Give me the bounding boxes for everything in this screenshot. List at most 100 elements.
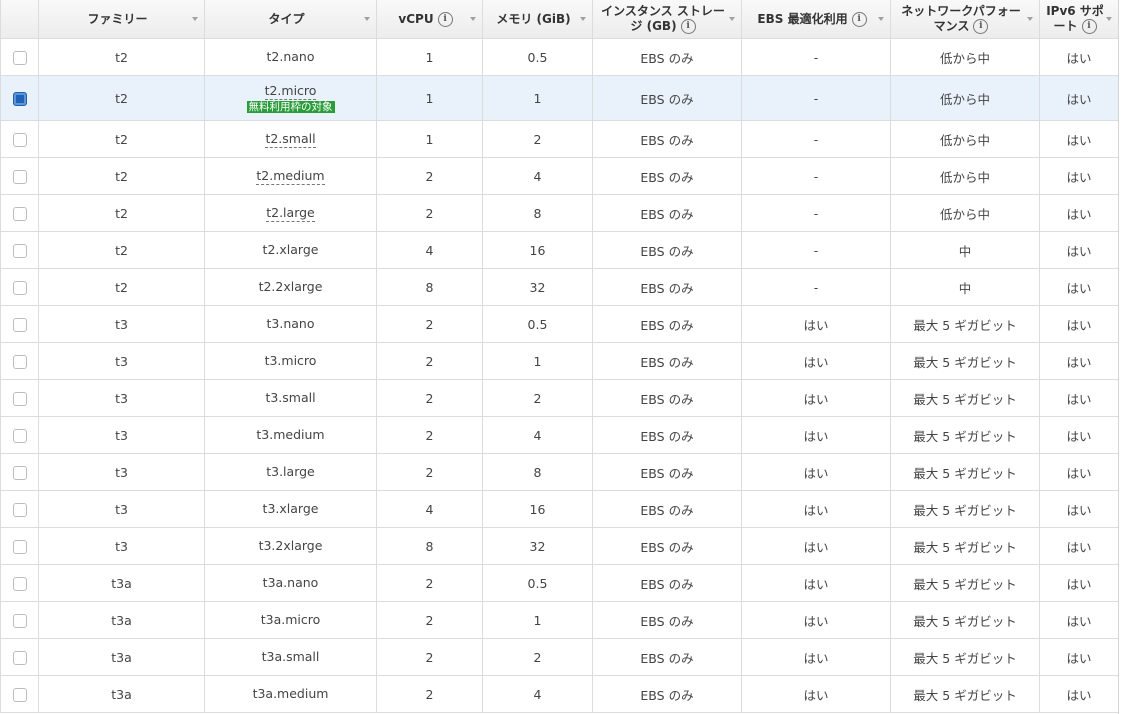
row-select-cell[interactable] (0, 120, 39, 158)
cell-network: 最大 5 ギガビット (890, 638, 1040, 676)
instance-type-name[interactable]: t2.medium (256, 168, 325, 185)
info-icon[interactable]: i (437, 11, 453, 27)
row-select-cell[interactable] (0, 379, 39, 417)
row-checkbox[interactable] (12, 280, 27, 295)
row-select-cell[interactable] (0, 75, 39, 121)
table-row[interactable]: t3 t3.nano 2 0.5 EBS のみ はい 最大 5 ギガビット はい (0, 305, 1118, 343)
instance-type-name[interactable]: t2.large (266, 205, 315, 222)
info-icon[interactable]: i (851, 11, 867, 27)
column-header-storage[interactable]: インスタンス ストレージ (GB) i (592, 0, 742, 39)
row-checkbox[interactable] (12, 539, 27, 554)
table-row[interactable]: t3 t3.small 2 2 EBS のみ はい 最大 5 ギガビット はい (0, 379, 1118, 417)
cell-ipv6: はい (1039, 490, 1118, 528)
cell-storage: EBS のみ (592, 601, 742, 639)
cell-network: 最大 5 ギガビット (890, 379, 1040, 417)
cell-ipv6: はい (1039, 379, 1118, 417)
column-header-ipv6[interactable]: IPv6 サポ ート i (1039, 0, 1118, 39)
cell-ipv6: はい (1039, 38, 1118, 76)
row-checkbox[interactable] (12, 354, 27, 369)
table-row[interactable]: t2 t2.nano 1 0.5 EBS のみ - 低から中 はい (0, 38, 1118, 76)
row-select-cell[interactable] (0, 490, 39, 528)
row-checkbox[interactable] (12, 465, 27, 480)
row-select-cell[interactable] (0, 453, 39, 491)
row-select-cell[interactable] (0, 342, 39, 380)
row-select-cell[interactable] (0, 268, 39, 306)
row-checkbox[interactable] (12, 243, 27, 258)
cell-family: t3a (38, 638, 205, 676)
table-row[interactable]: t2 t2.micro 無料利用枠の対象 1 1 EBS のみ - 低から中 はい (0, 75, 1118, 121)
cell-network: 低から中 (890, 157, 1040, 195)
row-checkbox[interactable] (12, 206, 27, 221)
cell-ebs-optimized: はい (741, 416, 891, 454)
cell-storage: EBS のみ (592, 675, 742, 713)
table-row[interactable]: t2 t2.large 2 8 EBS のみ - 低から中 はい (0, 194, 1118, 232)
cell-network: 最大 5 ギガビット (890, 305, 1040, 343)
sort-caret-icon[interactable] (364, 17, 370, 21)
column-header-family[interactable]: ファミリー (38, 0, 205, 39)
row-select-cell[interactable] (0, 157, 39, 195)
cell-ipv6: はい (1039, 638, 1118, 676)
row-select-cell[interactable] (0, 231, 39, 269)
row-checkbox[interactable] (12, 428, 27, 443)
table-row[interactable]: t3a t3a.medium 2 4 EBS のみ はい 最大 5 ギガビット はい (0, 675, 1118, 713)
instance-type-name[interactable]: t2.micro (264, 82, 317, 100)
column-header-network[interactable]: ネットワークパフォー マンス i (890, 0, 1040, 39)
table-row[interactable]: t3 t3.2xlarge 8 32 EBS のみ はい 最大 5 ギガビット はい (0, 527, 1118, 565)
row-checkbox[interactable] (12, 576, 27, 591)
sort-caret-icon[interactable] (878, 17, 884, 21)
row-select-cell[interactable] (0, 601, 39, 639)
row-checkbox[interactable] (12, 650, 27, 665)
row-checkbox[interactable] (12, 169, 27, 184)
table-row[interactable]: t3a t3a.small 2 2 EBS のみ はい 最大 5 ギガビット はい (0, 638, 1118, 676)
cell-memory: 4 (482, 157, 593, 195)
row-checkbox[interactable] (12, 50, 27, 65)
table-row[interactable]: t3 t3.medium 2 4 EBS のみ はい 最大 5 ギガビット はい (0, 416, 1118, 454)
cell-storage: EBS のみ (592, 453, 742, 491)
row-select-cell[interactable] (0, 305, 39, 343)
row-select-cell[interactable] (0, 194, 39, 232)
table-row[interactable]: t2 t2.medium 2 4 EBS のみ - 低から中 はい (0, 157, 1118, 195)
sort-caret-icon[interactable] (192, 17, 198, 21)
column-header-type[interactable]: タイプ (204, 0, 377, 39)
row-checkbox[interactable] (12, 687, 27, 702)
column-header-vcpu[interactable]: vCPU i (376, 0, 483, 39)
row-checkbox[interactable] (12, 91, 27, 106)
instance-type-name: t3.2xlarge (258, 538, 323, 553)
row-select-cell[interactable] (0, 675, 39, 713)
table-row[interactable]: t2 t2.small 1 2 EBS のみ - 低から中 はい (0, 120, 1118, 158)
cell-ipv6: はい (1039, 120, 1118, 158)
instance-type-name[interactable]: t2.small (265, 131, 316, 148)
row-select-cell[interactable] (0, 416, 39, 454)
sort-caret-icon[interactable] (580, 17, 586, 21)
sort-caret-icon[interactable] (1106, 17, 1112, 21)
table-row[interactable]: t2 t2.2xlarge 8 32 EBS のみ - 中はい (0, 268, 1118, 306)
cell-ebs-optimized: - (741, 75, 891, 121)
info-icon[interactable]: i (680, 19, 696, 34)
row-checkbox[interactable] (12, 613, 27, 628)
cell-storage: EBS のみ (592, 490, 742, 528)
row-checkbox[interactable] (12, 502, 27, 517)
info-icon[interactable]: i (973, 19, 989, 34)
row-select-cell[interactable] (0, 564, 39, 602)
table-row[interactable]: t3 t3.xlarge 4 16 EBS のみ はい 最大 5 ギガビット はい (0, 490, 1118, 528)
table-row[interactable]: t3 t3.micro 2 1 EBS のみ はい 最大 5 ギガビット はい (0, 342, 1118, 380)
row-select-cell[interactable] (0, 527, 39, 565)
row-checkbox[interactable] (12, 391, 27, 406)
table-row[interactable]: t3 t3.large 2 8 EBS のみ はい 最大 5 ギガビット はい (0, 453, 1118, 491)
column-header-memory[interactable]: メモリ (GiB) (482, 0, 593, 39)
row-select-cell[interactable] (0, 38, 39, 76)
row-checkbox[interactable] (12, 317, 27, 332)
cell-type: t2.2xlarge (204, 268, 377, 306)
table-row[interactable]: t3a t3a.micro 2 1 EBS のみ はい 最大 5 ギガビット はい (0, 601, 1118, 639)
info-icon[interactable]: i (1081, 19, 1097, 34)
sort-caret-icon[interactable] (729, 17, 735, 21)
sort-caret-icon[interactable] (470, 17, 476, 21)
sort-caret-icon[interactable] (1027, 17, 1033, 21)
table-row[interactable]: t2 t2.xlarge 4 16 EBS のみ - 中はい (0, 231, 1118, 269)
column-header-ebs-optimized[interactable]: EBS 最適化利用 i (741, 0, 891, 39)
cell-network: 最大 5 ギガビット (890, 342, 1040, 380)
row-checkbox[interactable] (12, 132, 27, 147)
row-select-cell[interactable] (0, 638, 39, 676)
table-row[interactable]: t3a t3a.nano 2 0.5 EBS のみ はい 最大 5 ギガビット はい (0, 564, 1118, 602)
cell-vcpu: 2 (376, 305, 483, 343)
